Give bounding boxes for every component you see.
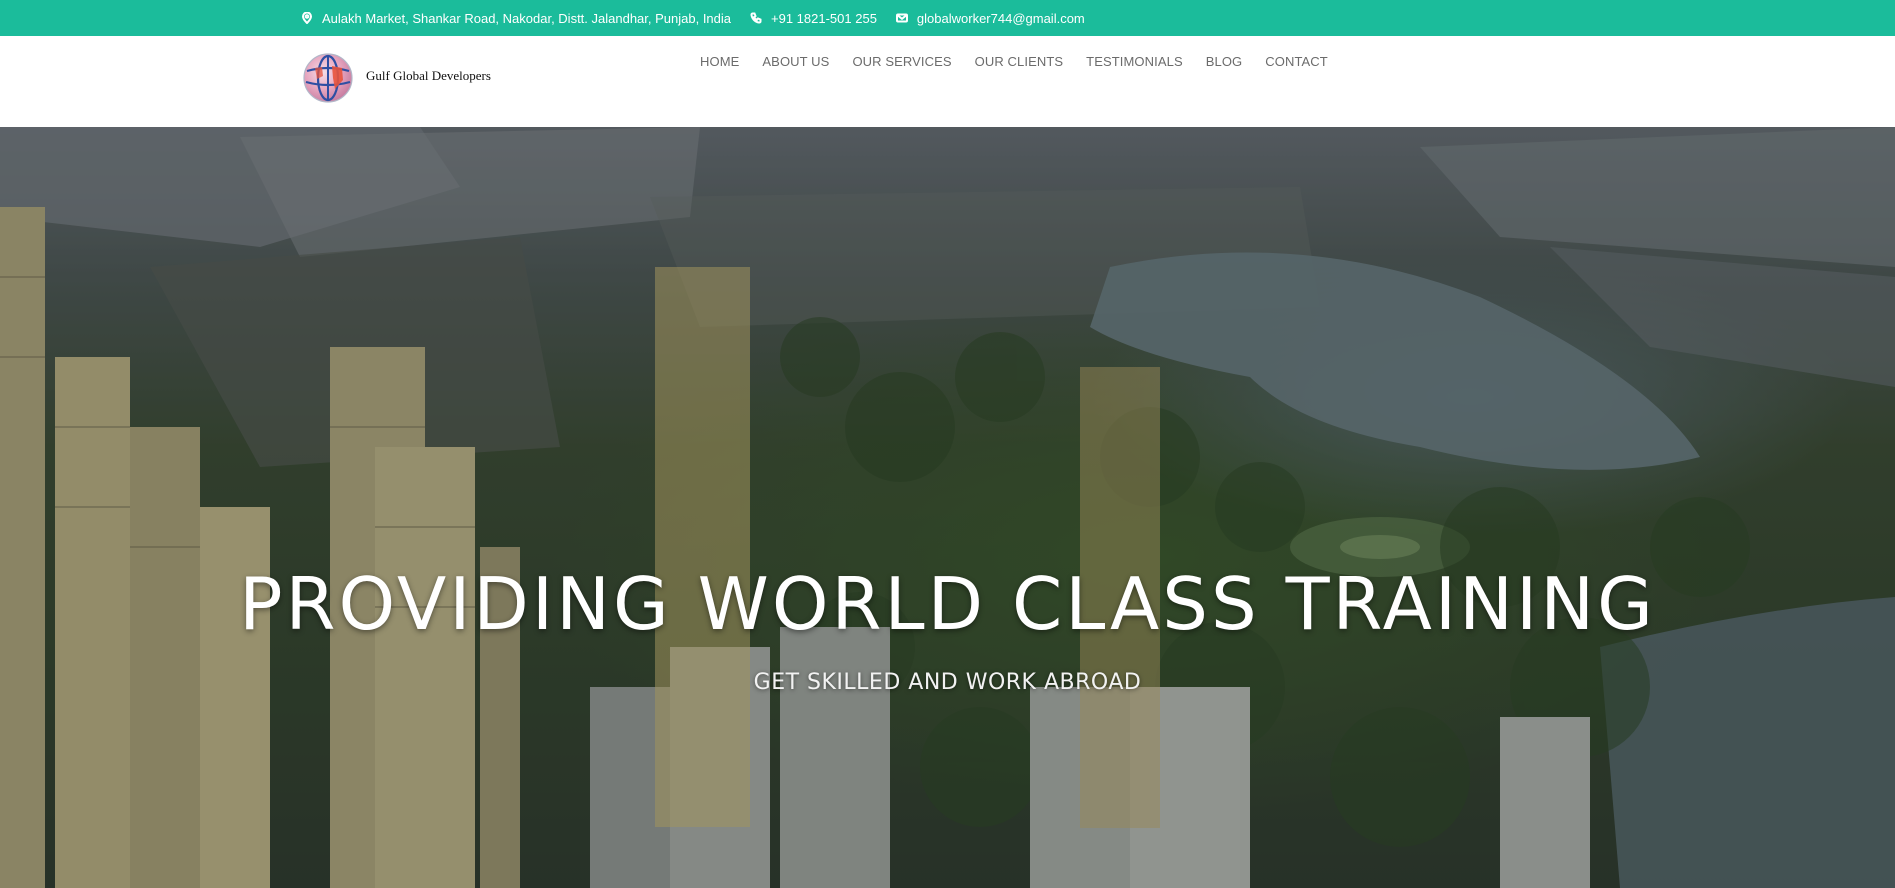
address-text: Aulakh Market, Shankar Road, Nakodar, Di… xyxy=(322,10,732,26)
nav-our-services[interactable]: OUR SERVICES xyxy=(852,54,951,69)
top-contact-bar-inner: Aulakh Market, Shankar Road, Nakodar, Di… xyxy=(300,0,1103,36)
nav-home[interactable]: HOME xyxy=(700,54,739,69)
nav-contact[interactable]: CONTACT xyxy=(1265,54,1328,69)
phone-text[interactable]: +91 1821-501 255 xyxy=(771,11,877,26)
phone-item[interactable]: +91 1821-501 255 xyxy=(749,11,877,26)
phone-icon xyxy=(749,11,763,25)
email-link[interactable]: globalworker744@gmail.com xyxy=(917,11,1085,26)
nav-about-us[interactable]: ABOUT US xyxy=(762,54,829,69)
envelope-icon xyxy=(895,11,909,25)
hero-title: PROVIDING WORLD CLASS TRAINING xyxy=(239,562,1656,646)
site-header xyxy=(0,36,1895,127)
map-marker-icon xyxy=(300,11,314,25)
logo-globe-icon[interactable] xyxy=(302,52,354,104)
email-item[interactable]: globalworker744@gmail.com xyxy=(895,11,1085,26)
nav-testimonials[interactable]: TESTIMONIALS xyxy=(1086,54,1183,69)
hero-banner: PROVIDING WORLD CLASS TRAINING GET SKILL… xyxy=(0,127,1895,888)
brand-name[interactable]: Gulf Global Developers xyxy=(366,68,491,84)
hero-subtitle: GET SKILLED AND WORK ABROAD xyxy=(753,670,1142,695)
main-nav: HOME ABOUT US OUR SERVICES OUR CLIENTS T… xyxy=(700,54,1351,69)
top-contact-bar: Aulakh Market, Shankar Road, Nakodar, Di… xyxy=(0,0,1895,36)
nav-blog[interactable]: BLOG xyxy=(1206,54,1243,69)
address-item: Aulakh Market, Shankar Road, Nakodar, Di… xyxy=(300,11,731,26)
nav-our-clients[interactable]: OUR CLIENTS xyxy=(975,54,1064,69)
hero-dark-overlay xyxy=(0,127,1895,888)
